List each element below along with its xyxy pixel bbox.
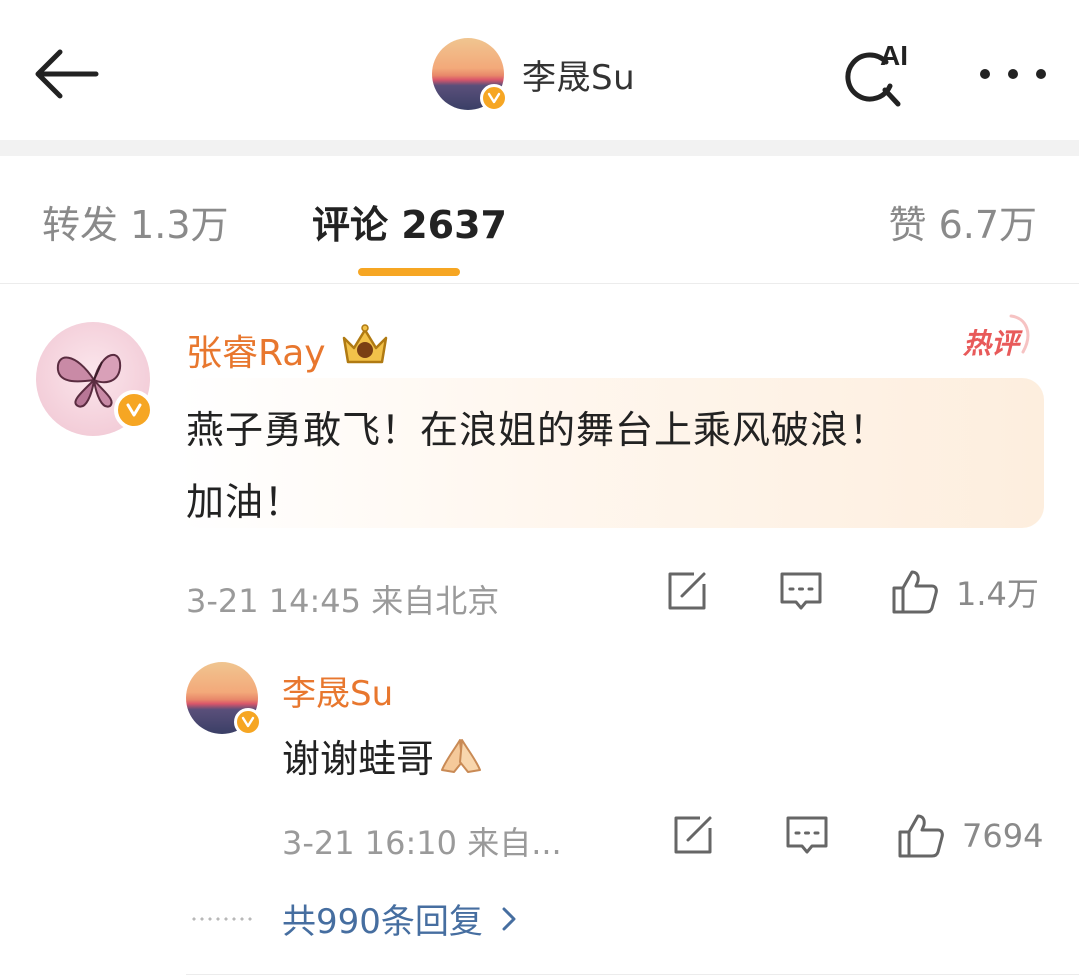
more-options-button[interactable] [975,56,1051,92]
commenter-name[interactable]: 张睿Ray [186,324,326,376]
dotted-divider [190,916,254,921]
hot-comment-badge: 热评 [961,312,1035,362]
reply-avatar[interactable] [186,662,262,736]
edit-share-icon [674,816,712,854]
crown-member-icon [342,324,388,364]
commenter-avatar[interactable] [36,322,154,436]
comment-text-line: 加油！ [186,480,304,524]
top-nav-bar: 李晟Su AI [0,0,1079,140]
more-horizontal-icon [980,69,1046,79]
comment-bubble-icon [780,572,822,610]
back-button[interactable] [30,44,102,104]
ai-search-button[interactable]: AI [842,40,922,110]
tab-repost[interactable]: 转发 1.3万 [42,194,229,249]
active-tab-indicator [358,268,460,276]
comment-bubble-icon [786,816,828,854]
reply-author-name[interactable]: 李晟Su [282,666,393,715]
profile-title[interactable]: 李晟Su [432,38,636,112]
like-count: 7694 [962,817,1044,855]
reply-text: 谢谢蛙哥 [282,728,484,783]
ai-label: AI [880,40,908,71]
verified-badge-icon [234,708,262,736]
page-title: 李晟Su [522,57,636,98]
tab-like[interactable]: 赞 6.7万 [888,194,1037,249]
folded-hands-icon [441,738,482,773]
view-more-replies-link[interactable]: 共990条回复 [190,894,517,943]
like-count: 1.4万 [956,575,1039,613]
comment-text: 燕子勇敢飞！在浪姐的舞台上乘风破浪！ 加油！ [186,394,1036,538]
reply-reply-button[interactable] [784,812,830,858]
more-replies-label: 共990条回复 [282,902,483,942]
comment-text-line: 燕子勇敢飞！在浪姐的舞台上乘风破浪！ [186,408,889,452]
chevron-right-icon [502,907,516,930]
tab-bar: 转发 1.3万 评论 2637 赞 6.7万 [0,156,1079,284]
repost-comment-button[interactable] [664,568,710,614]
edit-share-icon [668,572,706,610]
arrow-left-icon [35,49,99,99]
reply-comment-button[interactable] [778,568,824,614]
repost-reply-button[interactable] [670,812,716,858]
section-divider [0,140,1079,156]
comment-separator [186,974,1079,975]
comment-meta: 3-21 14:45 来自北京 [186,582,500,620]
reply-meta: 3-21 16:10 来自... [282,824,562,862]
like-comment-button[interactable]: 1.4万 [890,568,1039,616]
verified-badge-icon [114,390,154,430]
thumbs-up-icon [898,814,944,858]
thumbs-up-icon [892,570,938,614]
avatar [432,38,508,112]
like-reply-button[interactable]: 7694 [896,812,1043,860]
verified-badge-icon [480,84,508,112]
tab-comment[interactable]: 评论 2637 [312,194,507,249]
